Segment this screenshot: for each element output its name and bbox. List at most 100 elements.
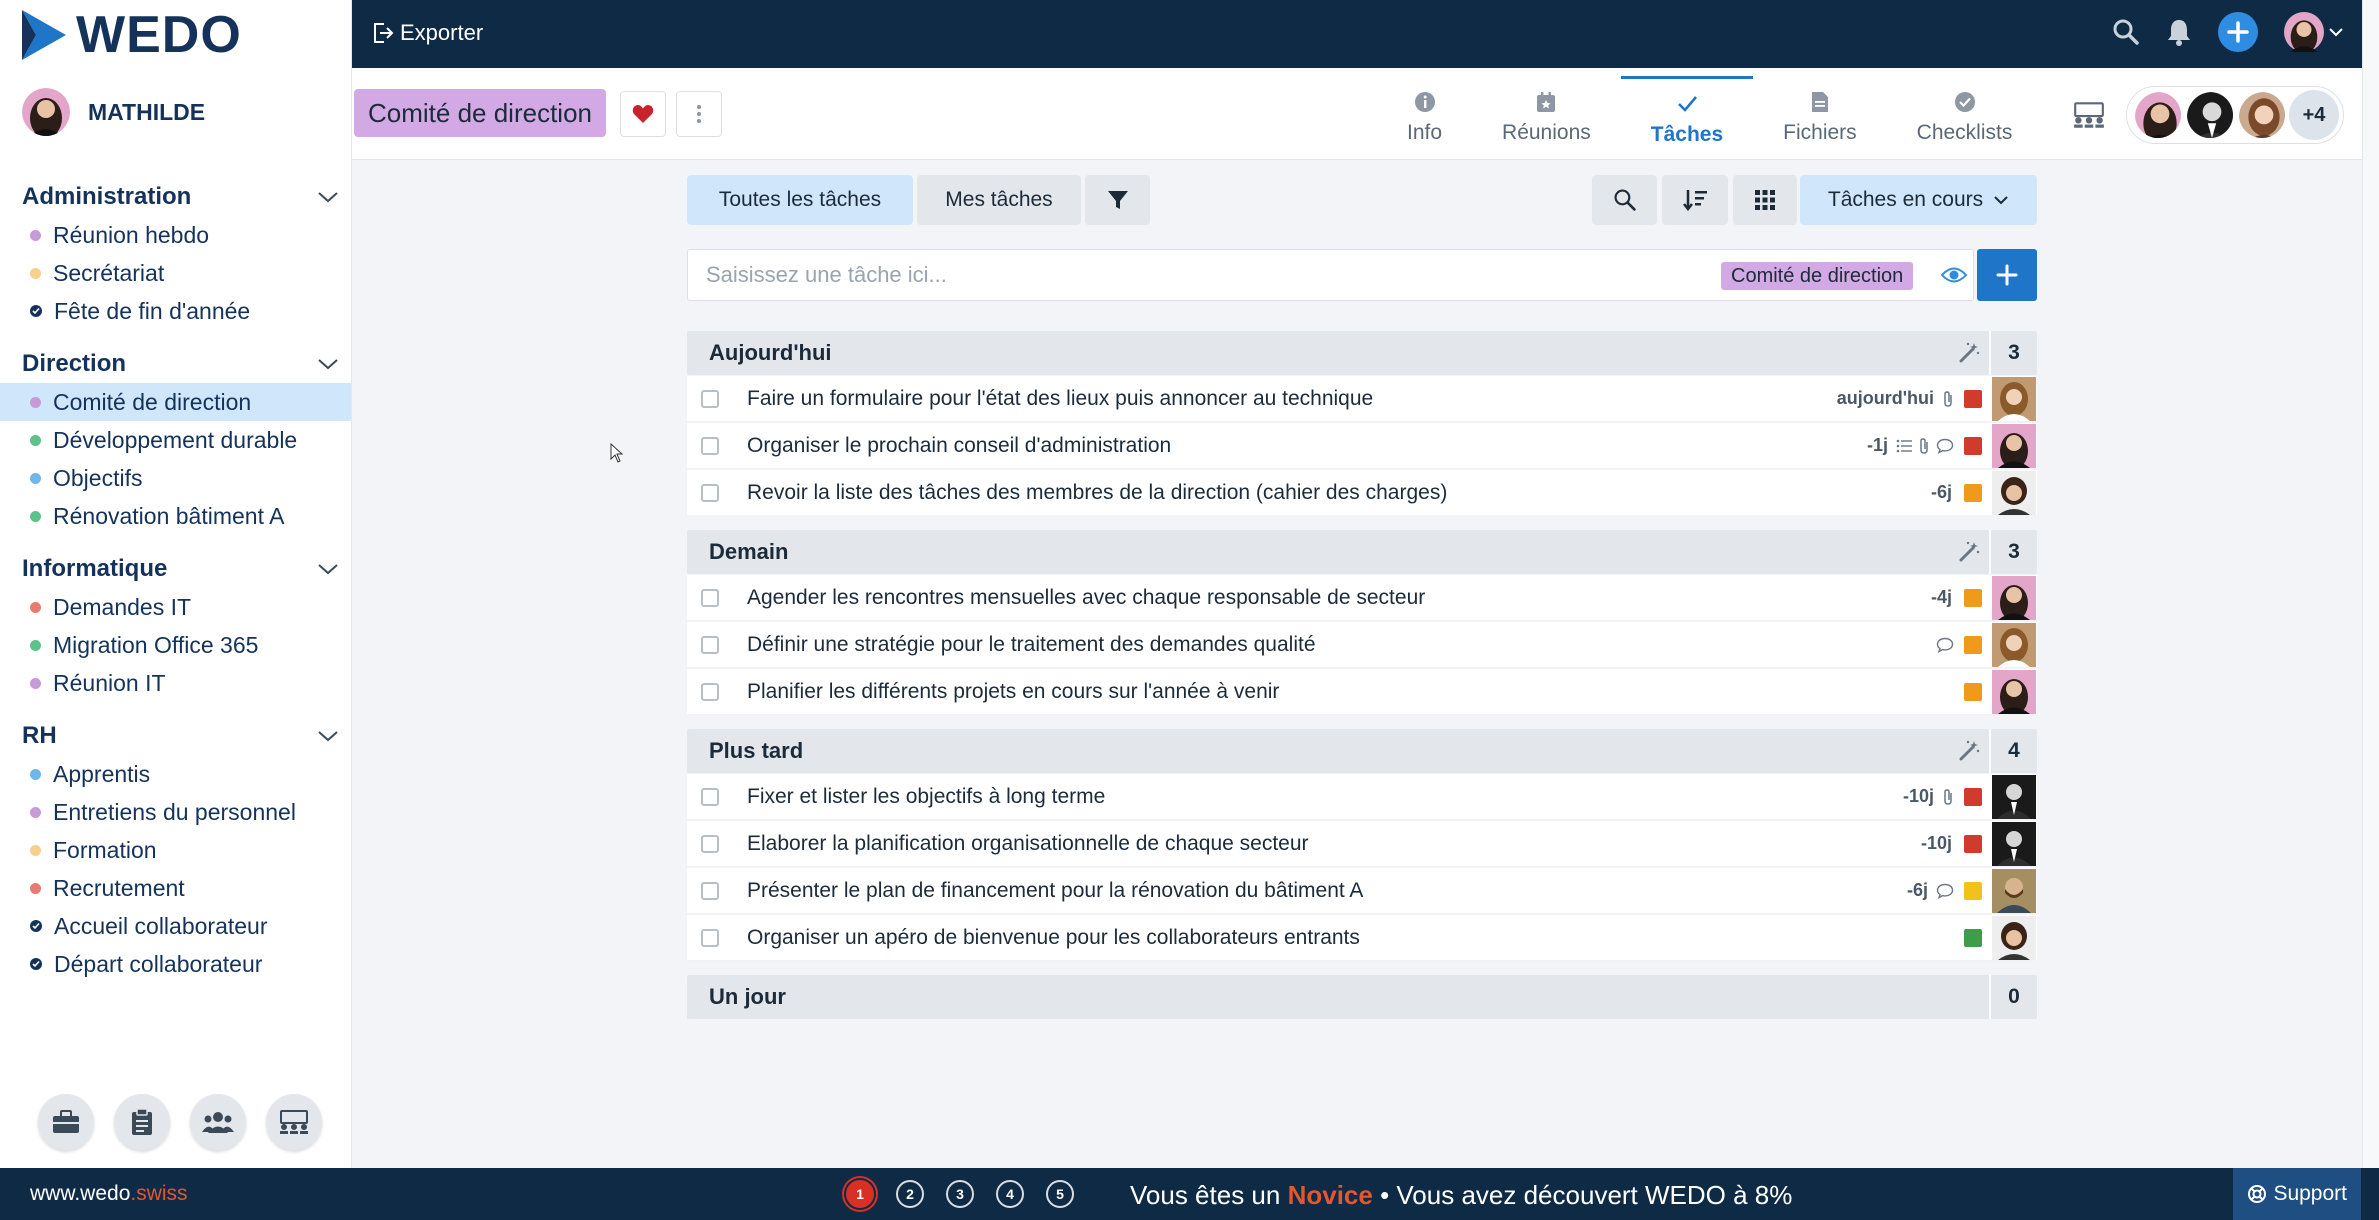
eye-icon[interactable] [1940, 264, 1968, 286]
task-row[interactable]: Fixer et lister les objectifs à long ter… [687, 774, 2037, 820]
priority-indicator[interactable] [1964, 682, 1982, 701]
task-status-dropdown[interactable]: Tâches en cours [1800, 175, 2037, 225]
sidebar-project-item[interactable]: Départ collaborateur [0, 945, 351, 983]
task-row[interactable]: Elaborer la planification organisationne… [687, 821, 2037, 867]
project-title[interactable]: Comité de direction [354, 89, 606, 137]
more-options-button[interactable] [676, 91, 722, 137]
task-title[interactable]: Elaborer la planification organisationne… [747, 832, 1921, 856]
task-row[interactable]: Définir une stratégie pour le traitement… [687, 622, 2037, 668]
task-title[interactable]: Revoir la liste des tâches des membres d… [747, 481, 1931, 505]
sidebar-project-item[interactable]: Réunion IT [0, 664, 351, 702]
search-tasks-button[interactable] [1592, 175, 1657, 225]
tab-files[interactable]: Fichiers [1753, 76, 1887, 160]
sort-button[interactable] [1662, 175, 1728, 225]
progress-step[interactable]: 2 [896, 1180, 924, 1208]
task-checkbox[interactable] [701, 436, 719, 455]
add-task-button[interactable] [1977, 249, 2037, 301]
sidebar-group-header[interactable]: Direction [0, 345, 351, 383]
task-row[interactable]: Agender les rencontres mensuelles avec c… [687, 575, 2037, 621]
task-assignee-avatar[interactable] [1992, 821, 2036, 866]
sidebar-project-item[interactable]: Formation [0, 831, 351, 869]
sidebar-project-item[interactable]: Développement durable [0, 421, 351, 459]
member-avatar[interactable] [2185, 90, 2235, 140]
task-section-header[interactable]: Un jour 0 [687, 975, 2037, 1019]
task-section-header[interactable]: Demain 3 [687, 530, 2037, 574]
magic-wand-icon[interactable] [1959, 341, 1981, 363]
priority-indicator[interactable] [1964, 787, 1982, 806]
filter-button[interactable] [1085, 175, 1150, 225]
task-row[interactable]: Présenter le plan de financement pour la… [687, 868, 2037, 914]
briefcase-button[interactable] [38, 1094, 94, 1150]
progress-step[interactable]: 5 [1046, 1180, 1074, 1208]
member-avatar[interactable] [2237, 90, 2287, 140]
logo[interactable]: WEDO [22, 6, 242, 64]
task-checkbox[interactable] [701, 834, 719, 853]
task-title[interactable]: Présenter le plan de financement pour la… [747, 879, 1907, 903]
sidebar-project-item[interactable]: Accueil collaborateur [0, 907, 351, 945]
task-assignee-avatar[interactable] [1992, 868, 2036, 913]
priority-indicator[interactable] [1964, 389, 1982, 408]
priority-indicator[interactable] [1964, 483, 1982, 502]
task-title[interactable]: Planifier les différents projets en cour… [747, 680, 1960, 704]
task-row[interactable]: Organiser un apéro de bienvenue pour les… [687, 915, 2037, 961]
task-row[interactable]: Organiser le prochain conseil d'administ… [687, 423, 2037, 469]
sidebar-project-item[interactable]: Apprentis [0, 755, 351, 793]
members-list[interactable]: +4 [2126, 86, 2344, 144]
task-row[interactable]: Revoir la liste des tâches des membres d… [687, 470, 2037, 516]
task-checkbox[interactable] [701, 588, 719, 607]
tab-info[interactable]: Info [1377, 76, 1472, 160]
task-assignee-avatar[interactable] [1992, 470, 2036, 515]
add-button[interactable] [2218, 12, 2258, 52]
task-section-header[interactable]: Plus tard 4 [687, 729, 2037, 773]
sidebar-project-item[interactable]: Comité de direction [0, 383, 351, 421]
task-assignee-avatar[interactable] [1992, 423, 2036, 468]
task-title[interactable]: Organiser un apéro de bienvenue pour les… [747, 926, 1960, 950]
task-title[interactable]: Organiser le prochain conseil d'administ… [747, 434, 1867, 458]
task-checkbox[interactable] [701, 635, 719, 654]
task-assignee-avatar[interactable] [1992, 376, 2036, 421]
meeting-button[interactable] [266, 1094, 322, 1150]
task-assignee-avatar[interactable] [1992, 575, 2036, 620]
task-checkbox[interactable] [701, 928, 719, 947]
support-button[interactable]: Support [2233, 1168, 2361, 1220]
priority-indicator[interactable] [1964, 834, 1982, 853]
progress-step[interactable]: 4 [996, 1180, 1024, 1208]
users-button[interactable] [190, 1094, 246, 1150]
tab-tasks[interactable]: Tâches [1620, 76, 1754, 160]
task-title[interactable]: Fixer et lister les objectifs à long ter… [747, 785, 1903, 809]
sidebar-project-item[interactable]: Recrutement [0, 869, 351, 907]
priority-indicator[interactable] [1964, 635, 1982, 654]
sidebar-group-header[interactable]: Informatique [0, 550, 351, 588]
progress-step[interactable]: 3 [946, 1180, 974, 1208]
sidebar-project-item[interactable]: Rénovation bâtiment A [0, 497, 351, 535]
tab-checklists[interactable]: Checklists [1887, 76, 2043, 160]
task-title[interactable]: Définir une stratégie pour le traitement… [747, 633, 1936, 657]
account-menu[interactable] [2284, 12, 2344, 52]
sidebar-group-header[interactable]: Administration [0, 178, 351, 216]
priority-indicator[interactable] [1964, 881, 1982, 900]
progress-step[interactable]: 1 [846, 1180, 874, 1208]
priority-indicator[interactable] [1964, 928, 1982, 947]
magic-wand-icon[interactable] [1959, 739, 1981, 761]
sidebar-project-item[interactable]: Migration Office 365 [0, 626, 351, 664]
task-section-header[interactable]: Aujourd'hui 3 [687, 331, 2037, 375]
task-title[interactable]: Agender les rencontres mensuelles avec c… [747, 586, 1931, 610]
grid-view-button[interactable] [1733, 175, 1797, 225]
sidebar-project-item[interactable]: Demandes IT [0, 588, 351, 626]
priority-indicator[interactable] [1964, 436, 1982, 455]
priority-indicator[interactable] [1964, 588, 1982, 607]
scrollbar[interactable] [2362, 0, 2379, 1168]
export-button[interactable]: Exporter [372, 20, 483, 46]
site-link[interactable]: www.wedo.swiss [30, 1182, 188, 1206]
tab-meetings[interactable]: Réunions [1472, 76, 1621, 160]
task-assignee-avatar[interactable] [1992, 622, 2036, 667]
favorite-button[interactable] [620, 91, 666, 137]
magic-wand-icon[interactable] [1959, 540, 1981, 562]
sidebar-group-header[interactable]: RH [0, 717, 351, 755]
task-checkbox[interactable] [701, 389, 719, 408]
task-assignee-avatar[interactable] [1992, 669, 2036, 714]
sidebar-project-item[interactable]: Objectifs [0, 459, 351, 497]
project-tag[interactable]: Comité de direction [1721, 262, 1914, 290]
task-checkbox[interactable] [701, 483, 719, 502]
task-assignee-avatar[interactable] [1992, 774, 2036, 819]
